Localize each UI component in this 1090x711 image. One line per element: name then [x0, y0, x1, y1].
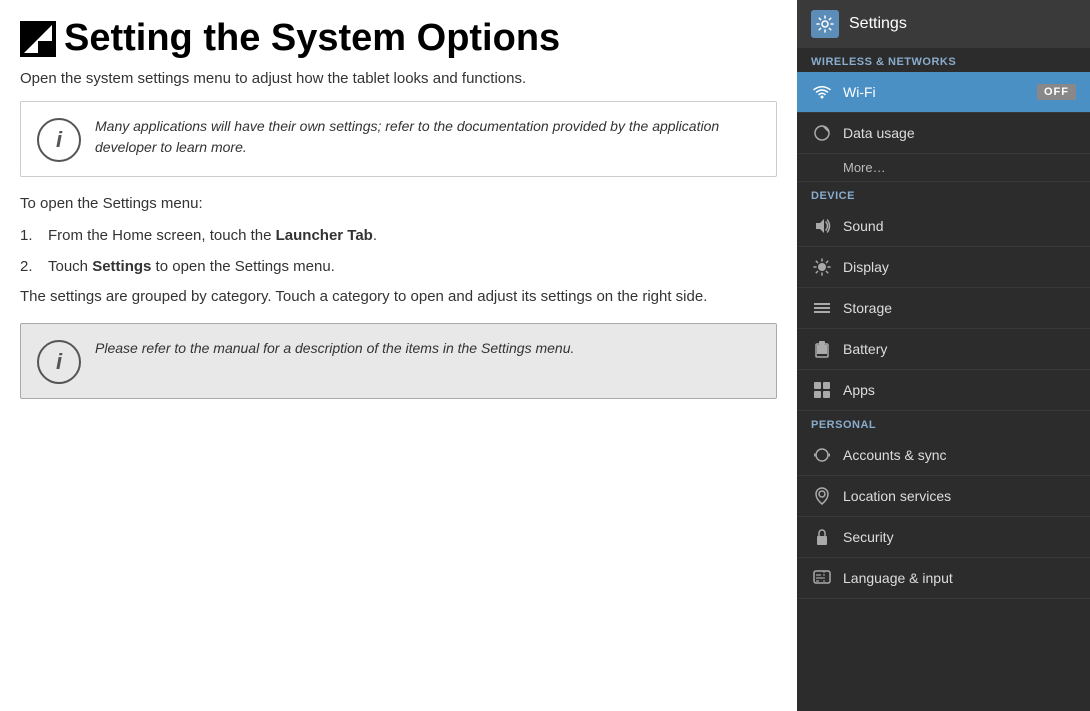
step-2-num: 2. [20, 256, 48, 279]
subtitle: Open the system settings menu to adjust … [20, 70, 777, 87]
step-1: 1. From the Home screen, touch the Launc… [20, 225, 777, 248]
language-icon [811, 567, 833, 589]
section-label-device: DEVICE [797, 182, 1090, 206]
sidebar-item-location-services[interactable]: Location services [797, 476, 1090, 517]
info-icon-2: i [37, 340, 81, 384]
language-input-label: Language & input [843, 570, 1076, 586]
section-label-wireless: WIRELESS & NETWORKS [797, 48, 1090, 72]
battery-label: Battery [843, 341, 1076, 357]
info-box-2: i Please refer to the manual for a descr… [20, 323, 777, 399]
display-label: Display [843, 259, 1076, 275]
info-text-2: Please refer to the manual for a descrip… [95, 338, 574, 359]
info-icon-1: i [37, 118, 81, 162]
sidebar-item-security[interactable]: Security [797, 517, 1090, 558]
storage-icon [811, 297, 833, 319]
sidebar-item-accounts-sync[interactable]: Accounts & sync [797, 435, 1090, 476]
data-usage-label: Data usage [843, 125, 1076, 141]
sidebar-item-wifi[interactable]: Wi-Fi OFF [797, 72, 1090, 113]
sidebar-item-apps[interactable]: Apps [797, 370, 1090, 411]
section-label-personal: PERSONAL [797, 411, 1090, 435]
wifi-label: Wi-Fi [843, 84, 876, 100]
step-2: 2. Touch Settings to open the Settings m… [20, 256, 777, 279]
location-icon [811, 485, 833, 507]
sidebar-item-language-input[interactable]: Language & input [797, 558, 1090, 599]
wifi-toggle[interactable]: OFF [1037, 84, 1076, 100]
body-text-1: To open the Settings menu: [20, 193, 777, 216]
content-area: Setting the System Options Open the syst… [0, 0, 797, 711]
data-usage-icon [811, 122, 833, 144]
sidebar-item-battery[interactable]: Battery [797, 329, 1090, 370]
sidebar-item-data-usage[interactable]: Data usage [797, 113, 1090, 154]
body-text-2: The settings are grouped by category. To… [20, 286, 777, 309]
display-icon [811, 256, 833, 278]
apps-icon [811, 379, 833, 401]
battery-icon [811, 338, 833, 360]
info-box-1: i Many applications will have their own … [20, 101, 777, 177]
title-row: Setting the System Options [20, 18, 777, 60]
more-label: More… [843, 160, 1076, 175]
settings-header-icon [811, 10, 839, 38]
storage-label: Storage [843, 300, 1076, 316]
settings-panel: Settings WIRELESS & NETWORKS Wi-Fi OFF [797, 0, 1090, 711]
step-1-num: 1. [20, 225, 48, 248]
sidebar-item-more[interactable]: More… [797, 154, 1090, 182]
page-title: Setting the System Options [64, 18, 560, 60]
sidebar-item-storage[interactable]: Storage [797, 288, 1090, 329]
step-1-bold: Launcher Tab [276, 227, 373, 244]
step-2-bold: Settings [92, 258, 151, 275]
location-services-label: Location services [843, 488, 1076, 504]
step-1-text: From the Home screen, touch the Launcher… [48, 225, 377, 248]
apps-label: Apps [843, 382, 1076, 398]
accounts-sync-icon [811, 444, 833, 466]
accounts-sync-label: Accounts & sync [843, 447, 1076, 463]
step-2-text: Touch Settings to open the Settings menu… [48, 256, 335, 279]
gear-icon [816, 15, 834, 33]
wifi-icon [811, 81, 833, 103]
security-icon [811, 526, 833, 548]
settings-title: Settings [849, 15, 907, 33]
settings-header: Settings [797, 0, 1090, 48]
security-label: Security [843, 529, 1076, 545]
info-text-1: Many applications will have their own se… [95, 116, 760, 158]
sidebar-item-display[interactable]: Display [797, 247, 1090, 288]
sound-label: Sound [843, 218, 1076, 234]
sound-icon [811, 215, 833, 237]
sidebar-item-sound[interactable]: Sound [797, 206, 1090, 247]
title-arrow-icon [20, 21, 56, 57]
